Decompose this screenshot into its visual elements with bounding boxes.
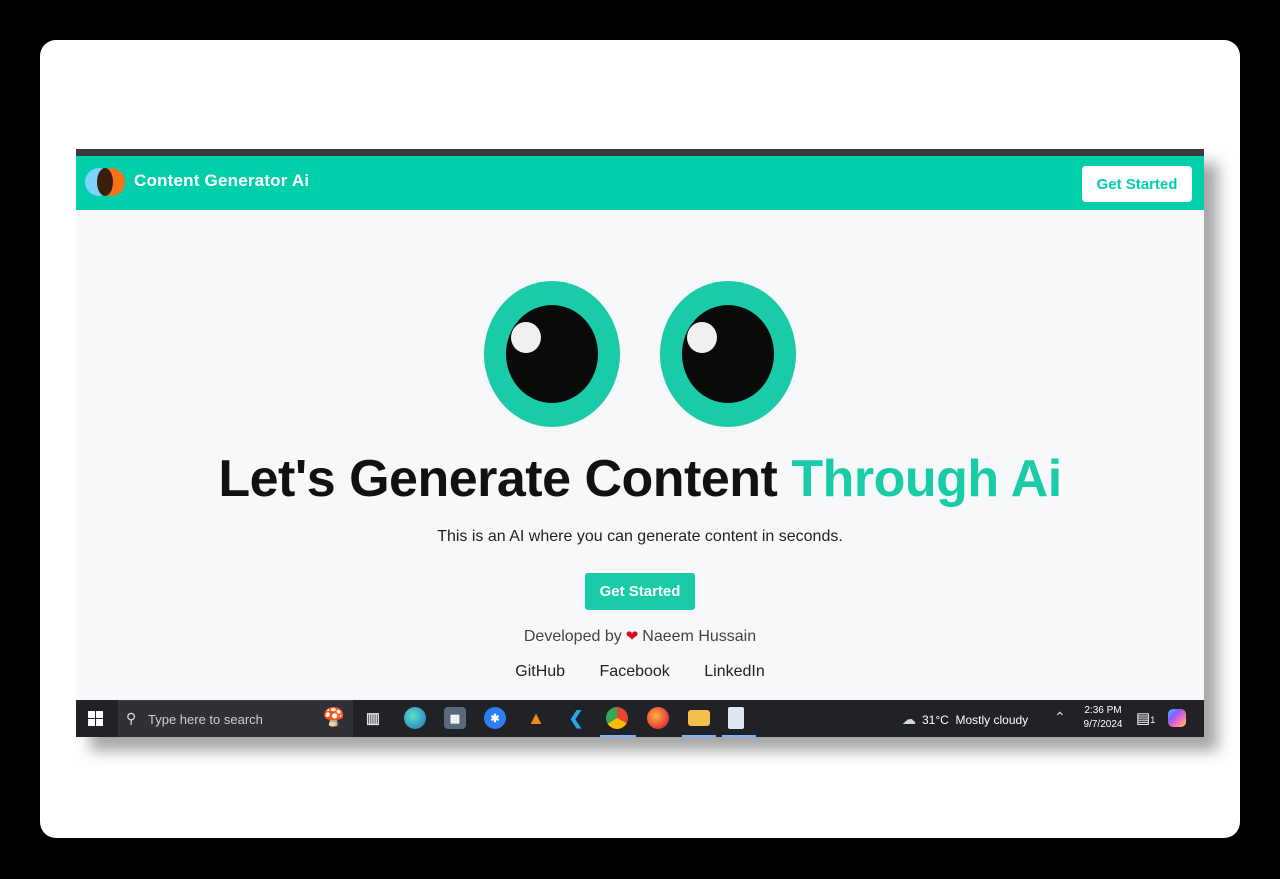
edge-icon[interactable] [404,707,426,729]
copilot-icon[interactable] [1168,709,1186,727]
hero-get-started-button[interactable]: Get Started [585,573,695,610]
hero-subtitle: This is an AI where you can generate con… [437,528,843,545]
taskbar-search-box[interactable]: ⚲ Type here to search 🍄 [118,700,353,737]
github-link[interactable]: GitHub [515,663,565,680]
logo-overlap [97,168,113,196]
chrome-active-indicator [600,735,636,737]
developer-credit: Developed by ❤ Naeem Hussain [76,627,1204,646]
notification-icon[interactable]: ▤1 [1136,709,1155,727]
notification-count: 1 [1150,715,1156,725]
search-icon: ⚲ [126,710,137,726]
file-explorer-icon[interactable] [688,710,710,726]
developer-name: Naeem Hussain [642,628,757,645]
windows-taskbar: ⚲ Type here to search 🍄 ▥ ▦ ✱ ▲ ❮ ☁ 31°C … [76,700,1204,737]
chevron-up-icon[interactable]: ⌃ [1054,709,1066,726]
headline-main: Let's Generate Content [218,450,792,508]
windows-start-icon[interactable] [88,711,104,727]
right-eye-shine [687,322,717,353]
vscode-icon[interactable]: ❮ [565,707,587,729]
explorer-running-indicator [682,735,716,737]
cloud-icon: ☁ [902,711,916,727]
browser-viewport: Content Generator Ai Get Started Let's G… [76,149,1204,737]
developer-prefix: Developed by [523,628,622,645]
chrome-icon[interactable] [606,707,628,729]
right-pupil [682,305,774,403]
search-highlight-icon: 🍄 [322,707,345,727]
eyes-illustration [484,281,796,427]
headline-accent: Through Ai [791,450,1062,508]
left-eye [484,281,620,427]
clock-date: 9/7/2024 [1083,719,1123,730]
weather-condition: Mostly cloudy [955,713,1029,727]
weather-widget[interactable]: ☁ 31°C Mostly cloudy [902,711,1028,728]
firefox-icon[interactable] [647,707,669,729]
weather-temperature: 31°C [922,713,949,727]
task-view-icon[interactable]: ▥ [362,707,384,729]
left-eye-shine [511,322,541,353]
facebook-link[interactable]: Facebook [600,663,670,680]
notepad-running-indicator [722,735,756,737]
hero-headline: Let's Generate Content Through Ai [76,449,1204,509]
navbar: Content Generator Ai Get Started [76,156,1204,210]
logo-icon[interactable] [85,168,125,196]
linkedin-link[interactable]: LinkedIn [704,663,765,680]
search-placeholder: Type here to search [148,712,263,727]
clock-time: 2:36 PM [1084,705,1122,716]
nav-get-started-button[interactable]: Get Started [1082,166,1192,202]
calculator-icon[interactable]: ▦ [444,707,466,729]
heart-icon: ❤ [625,628,639,645]
social-links: GitHub Facebook LinkedIn [76,663,1204,681]
vlc-icon[interactable]: ▲ [525,707,547,729]
window-edge [76,149,1204,156]
brand-name[interactable]: Content Generator Ai [134,171,309,191]
clock[interactable]: 2:36 PM 9/7/2024 [1078,704,1128,732]
right-eye [660,281,796,427]
notepad-icon[interactable] [728,707,744,729]
left-pupil [506,305,598,403]
network-icon[interactable]: ✱ [484,707,506,729]
